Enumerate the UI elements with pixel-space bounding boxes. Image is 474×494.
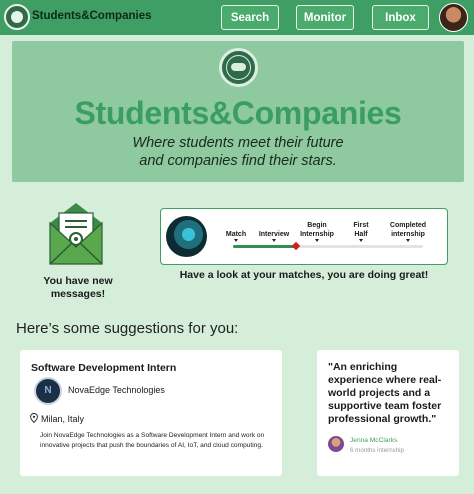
- internship-progress-card[interactable]: Match Interview Begin Internship First Half Co…: [160, 208, 448, 265]
- top-navbar: Students&Companies Search Monitor Inbox: [0, 0, 474, 35]
- company-name[interactable]: NovaEdge Technologies: [68, 385, 165, 395]
- progress-stage-label: Interview: [250, 230, 298, 239]
- location-pin-icon: [30, 413, 38, 423]
- suggestions-heading: Here’s some suggestions for you:: [16, 320, 239, 337]
- ai-head-icon: [166, 216, 207, 257]
- progress-stage-tick: [234, 239, 238, 242]
- progress-stage-tick: [406, 239, 410, 242]
- brand-name[interactable]: Students&Companies: [32, 10, 152, 22]
- progress-stage-tick: [272, 239, 276, 242]
- user-avatar[interactable]: [439, 3, 468, 32]
- hero-title: Students&Companies: [74, 95, 402, 131]
- progress-stage-line1: First: [353, 222, 369, 229]
- inbox-button[interactable]: Inbox: [372, 5, 429, 30]
- testimonial-author[interactable]: Jenna McClarks: [350, 437, 397, 444]
- monitor-button[interactable]: Monitor: [296, 5, 354, 30]
- progress-stage-label: First Half: [337, 221, 385, 239]
- testimonial-meta: 6 months internship: [350, 447, 404, 454]
- progress-track: [233, 245, 423, 248]
- job-suggestion-card[interactable]: Software Development Intern N NovaEdge T…: [20, 350, 282, 476]
- mail-icon[interactable]: [48, 201, 104, 266]
- hero-subtitle: Where students meet their future and com…: [12, 134, 464, 170]
- logo-icon[interactable]: [4, 4, 30, 30]
- progress-stage-line2: Internship: [300, 231, 334, 238]
- company-logo-letter: N: [44, 385, 52, 396]
- new-messages-line1: You have new: [43, 275, 113, 287]
- progress-stage-line1: Completed: [389, 222, 427, 229]
- progress-stage-label: Begin Internship: [293, 221, 341, 239]
- progress-caption: Have a look at your matches, you are doi…: [179, 269, 429, 281]
- search-button[interactable]: Search: [221, 5, 279, 30]
- progress-stage-line1: Begin: [307, 222, 327, 229]
- new-messages-line2: messages!: [50, 288, 106, 300]
- job-title[interactable]: Software Development Intern: [31, 362, 176, 374]
- progress-stage-tick: [359, 239, 363, 242]
- testimonial-card[interactable]: "An enriching experience where real-worl…: [317, 350, 459, 476]
- testimonial-avatar: [328, 436, 344, 452]
- current-stage-marker: [291, 241, 301, 251]
- hero-subtitle-line2: and companies find their stars.: [139, 153, 337, 169]
- progress-stage-line2: Half: [354, 231, 368, 238]
- job-description: Join NovaEdge Technologies as a Software…: [40, 432, 265, 449]
- progress-stage-tick: [315, 239, 319, 242]
- testimonial-quote: "An enriching experience where real-worl…: [328, 361, 442, 425]
- job-location: Milan, Italy: [41, 414, 85, 424]
- company-logo-icon: N: [34, 377, 62, 405]
- progress-fill: [233, 245, 296, 248]
- progress-stage-line2: internship: [391, 231, 425, 238]
- progress-stage-label: Completed internship: [384, 221, 432, 239]
- handshake-logo-icon: [219, 48, 258, 87]
- hero-banner: Students&Companies Where students meet t…: [12, 41, 464, 182]
- new-messages-text[interactable]: You have new messages!: [30, 275, 126, 301]
- progress-stage-line1: Interview: [258, 231, 290, 238]
- hero-subtitle-line1: Where students meet their future: [132, 135, 344, 151]
